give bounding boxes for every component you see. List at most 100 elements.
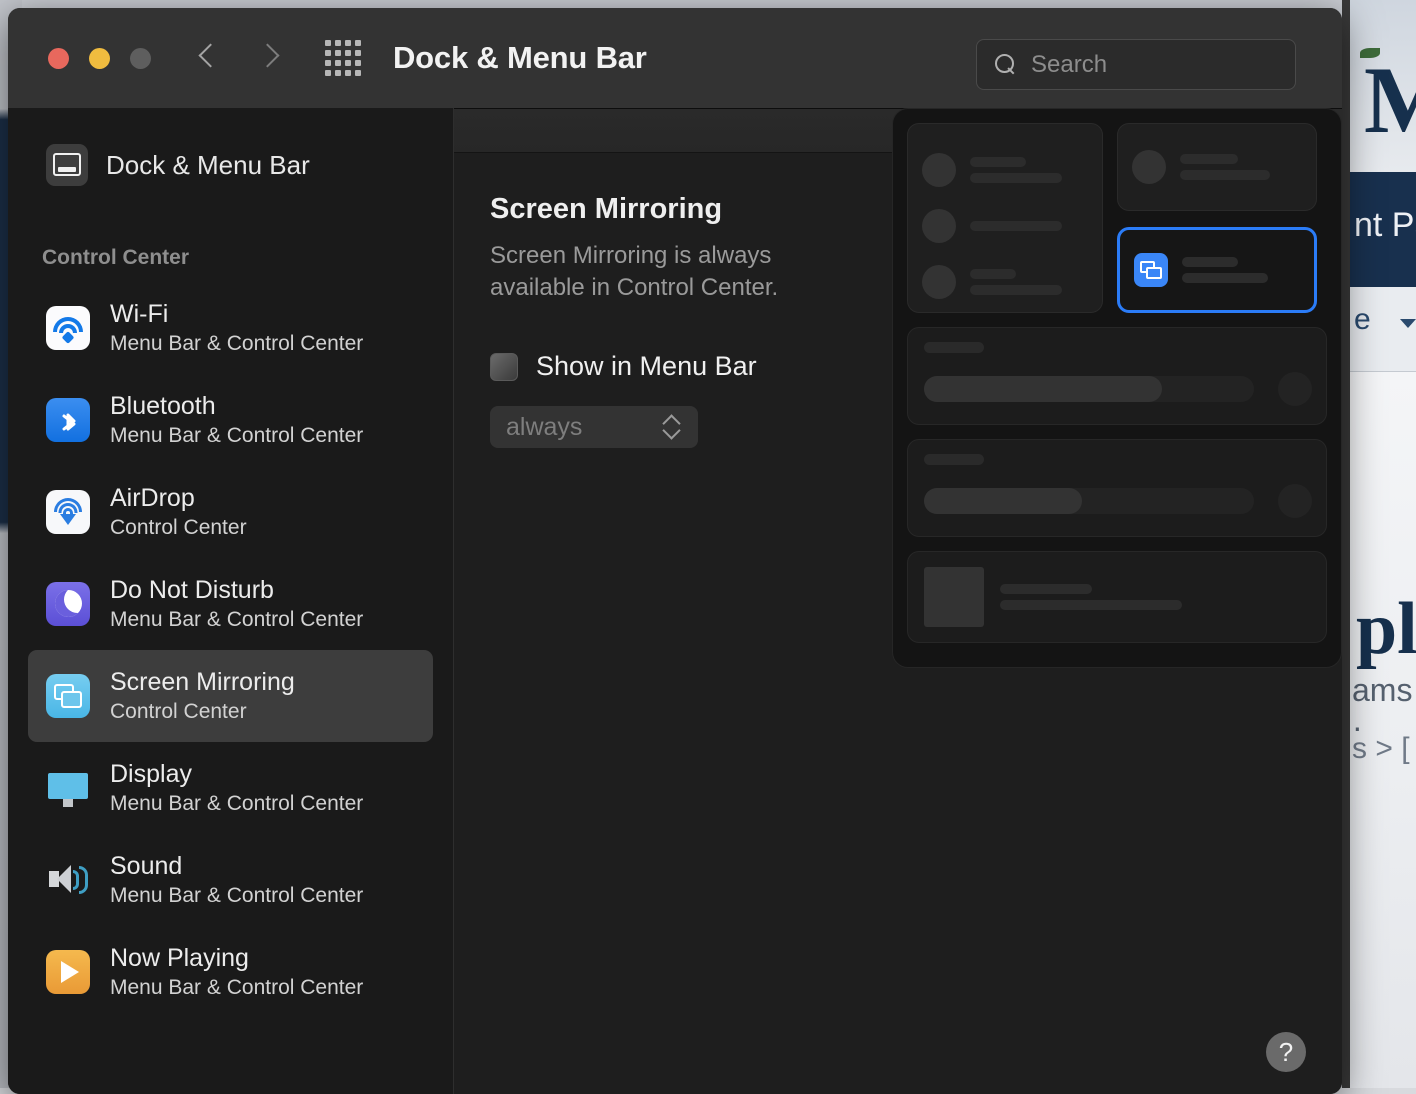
background-hero-letter: M: [1364, 55, 1416, 145]
sidebar-item-label: Screen Mirroring: [110, 668, 295, 697]
cc-sound-slider-module[interactable]: [907, 439, 1327, 537]
sidebar-app-label: Dock & Menu Bar: [106, 150, 310, 181]
control-center-preview: [892, 108, 1342, 668]
cc-label-bar: [1000, 584, 1092, 594]
page-title: Dock & Menu Bar: [393, 40, 647, 76]
sidebar-item-subtitle: Menu Bar & Control Center: [110, 607, 363, 632]
cc-toggle-row[interactable]: [922, 142, 1088, 198]
cc-toggle-labels: [970, 221, 1062, 231]
cc-top-row: [907, 123, 1327, 313]
traffic-light-buttons: [48, 48, 151, 69]
help-button[interactable]: ?: [1266, 1032, 1306, 1072]
search-icon: [995, 54, 1017, 76]
show-in-menu-bar-label: Show in Menu Bar: [536, 351, 757, 382]
sidebar-item-wifi[interactable]: Wi-Fi Menu Bar & Control Center: [28, 282, 433, 374]
content-pane: Sun Nov 29 8:50 AM Screen Mirroring Scre…: [454, 108, 1342, 1094]
sidebar-item-subtitle: Control Center: [110, 699, 295, 724]
sidebar-item-airdrop[interactable]: AirDrop Control Center: [28, 466, 433, 558]
sidebar-item-bluetooth[interactable]: Bluetooth Menu Bar & Control Center: [28, 374, 433, 466]
screen-mirroring-icon: [46, 674, 90, 718]
window-titlebar: Dock & Menu Bar Search: [8, 8, 1342, 108]
now-playing-icon: [46, 950, 90, 994]
cc-slider-track[interactable]: [924, 488, 1254, 514]
cc-toggle-icon: [922, 265, 956, 299]
cc-label-bar: [970, 173, 1062, 183]
minimize-button[interactable]: [89, 48, 110, 69]
background-caret-down-icon: [1400, 319, 1416, 328]
sidebar-item-label: Now Playing: [110, 944, 363, 973]
dock-menu-bar-icon: [46, 144, 88, 186]
cc-toggle-row[interactable]: [922, 254, 1088, 310]
sidebar-item-label: Sound: [110, 852, 363, 881]
system-preferences-window: Dock & Menu Bar Search Dock & Menu Bar C…: [8, 8, 1342, 1094]
navigation-buttons: [197, 41, 279, 75]
background-breadcrumb: s > [: [1352, 732, 1410, 766]
cc-label-bar: [1182, 273, 1268, 283]
sidebar-item-subtitle: Menu Bar & Control Center: [110, 331, 363, 356]
background-webpage: M nt Pag e pla ams · s > [: [1342, 0, 1416, 1088]
cc-toggle-labels: [970, 269, 1062, 295]
cc-slider-label: [924, 454, 984, 465]
sidebar-app-row[interactable]: Dock & Menu Bar: [8, 132, 453, 190]
cc-module-labels: [1182, 257, 1268, 283]
back-button[interactable]: [197, 41, 219, 75]
background-navbar-text: nt Pag: [1354, 206, 1416, 245]
sidebar-item-label: Bluetooth: [110, 392, 363, 421]
sidebar-item-now-playing[interactable]: Now Playing Menu Bar & Control Center: [28, 926, 433, 1018]
cc-toggle-icon: [1132, 150, 1166, 184]
sidebar-item-do-not-disturb[interactable]: Do Not Disturb Menu Bar & Control Center: [28, 558, 433, 650]
menu-bar-visibility-value: always: [506, 413, 582, 442]
background-toolbar-text: e: [1354, 303, 1371, 337]
forward-button[interactable]: [257, 41, 279, 75]
background-hero: M: [1350, 0, 1416, 172]
cc-screen-mirroring-module[interactable]: [1117, 227, 1317, 313]
sidebar-item-label: Wi-Fi: [110, 300, 363, 329]
cc-slider-knob[interactable]: [1278, 372, 1312, 406]
menu-bar-visibility-popup[interactable]: always: [490, 406, 698, 448]
background-window-edge: [1342, 0, 1350, 1088]
cc-now-playing-module[interactable]: [907, 551, 1327, 643]
cc-label-bar: [970, 285, 1062, 295]
sound-icon: [46, 858, 90, 902]
cc-label-bar: [1000, 600, 1182, 610]
cc-right-column: [1117, 123, 1317, 313]
sidebar-item-subtitle: Menu Bar & Control Center: [110, 883, 363, 908]
cc-display-slider-module[interactable]: [907, 327, 1327, 425]
wifi-icon: [46, 306, 90, 350]
chevron-updown-icon: [664, 414, 680, 440]
do-not-disturb-icon: [46, 582, 90, 626]
sidebar-item-label: Do Not Disturb: [110, 576, 363, 605]
cc-label-bar: [970, 157, 1026, 167]
show-all-grid-icon[interactable]: [325, 40, 361, 76]
cc-slider-track[interactable]: [924, 376, 1254, 402]
sidebar: Dock & Menu Bar Control Center Wi-Fi Men…: [8, 108, 454, 1094]
cc-label-bar: [1180, 170, 1270, 180]
screen-mirroring-icon: [1134, 253, 1168, 287]
cc-label-bar: [970, 221, 1062, 231]
close-button[interactable]: [48, 48, 69, 69]
cc-secondary-group[interactable]: [1117, 123, 1317, 211]
zoom-button[interactable]: [130, 48, 151, 69]
search-field[interactable]: Search: [976, 39, 1296, 90]
cc-toggle-icon: [922, 153, 956, 187]
album-art-icon: [924, 567, 984, 627]
airdrop-icon: [46, 490, 90, 534]
cc-toggles-group[interactable]: [907, 123, 1103, 313]
bluetooth-icon: [46, 398, 90, 442]
cc-toggle-row[interactable]: [922, 198, 1088, 254]
sidebar-item-display[interactable]: Display Menu Bar & Control Center: [28, 742, 433, 834]
sidebar-item-label: AirDrop: [110, 484, 247, 513]
sidebar-item-label: Display: [110, 760, 363, 789]
cc-toggle-labels: [1180, 154, 1270, 180]
panel-description: Screen Mirroring is always available in …: [490, 240, 870, 303]
sidebar-item-sound[interactable]: Sound Menu Bar & Control Center: [28, 834, 433, 926]
cc-slider-fill: [924, 488, 1082, 514]
show-in-menu-bar-checkbox[interactable]: [490, 353, 518, 381]
cc-toggle-labels: [970, 157, 1062, 183]
background-toolbar: e: [1350, 287, 1416, 372]
sidebar-item-subtitle: Menu Bar & Control Center: [110, 975, 363, 1000]
sidebar-item-screen-mirroring[interactable]: Screen Mirroring Control Center: [28, 650, 433, 742]
display-icon: [46, 766, 90, 810]
cc-slider-label: [924, 342, 984, 353]
cc-slider-knob[interactable]: [1278, 484, 1312, 518]
